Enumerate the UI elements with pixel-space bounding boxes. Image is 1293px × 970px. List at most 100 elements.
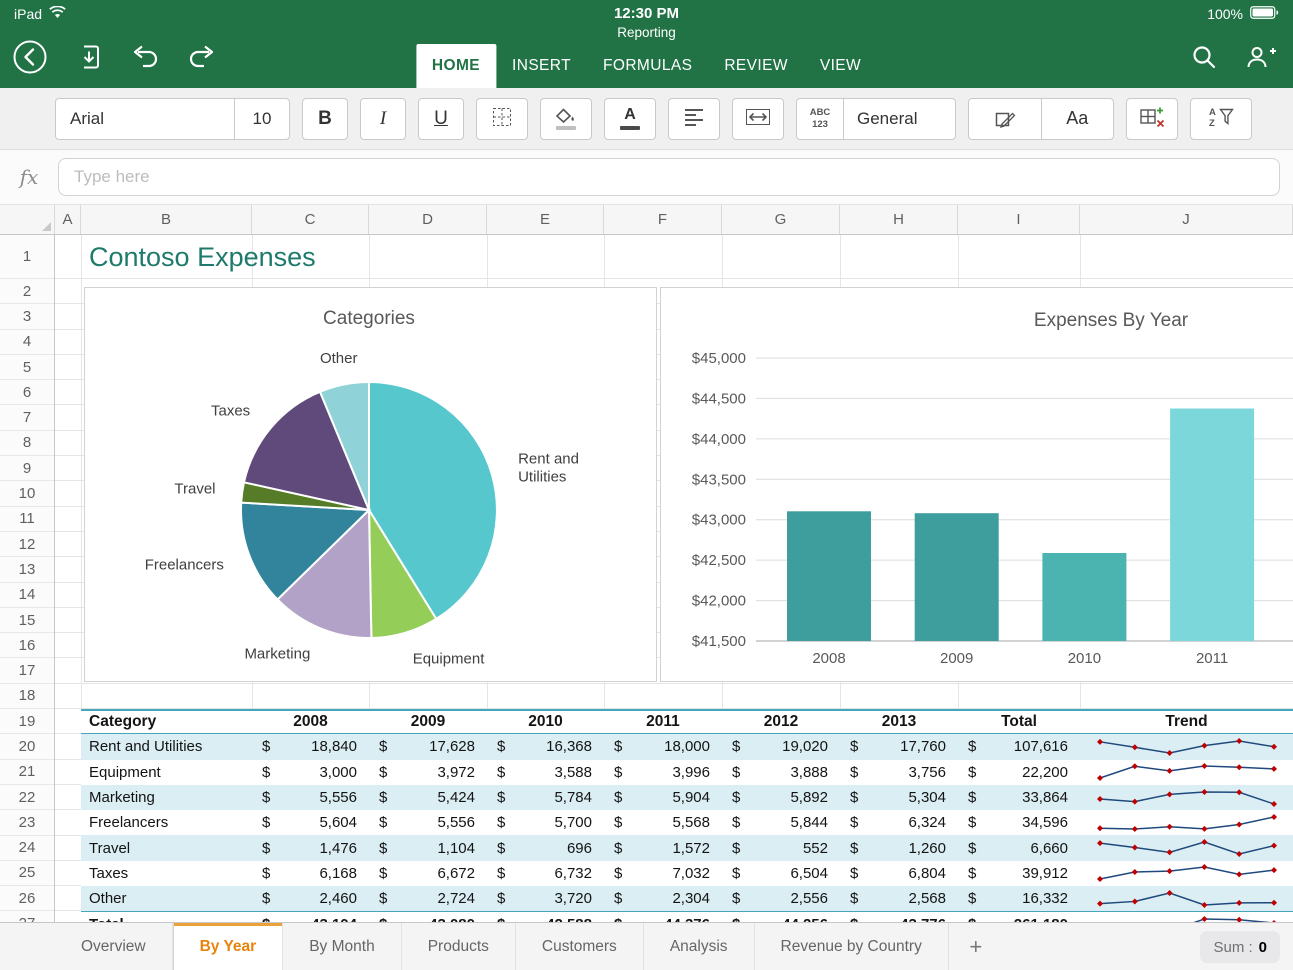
row-header-27[interactable]: 27 — [0, 911, 54, 922]
cell-freelancers-2011[interactable]: $5,568 — [604, 810, 722, 835]
italic-button[interactable]: I — [360, 97, 406, 140]
cell-marketing-2010[interactable]: $5,784 — [487, 785, 604, 810]
table-header-2011[interactable]: 2011 — [604, 711, 722, 733]
number-format-control[interactable]: ABC 123 General — [796, 97, 956, 140]
cell-category-rent-and-utilities[interactable]: Rent and Utilities — [81, 734, 252, 759]
underline-button[interactable]: U — [418, 97, 464, 140]
font-control[interactable]: Arial 10 — [55, 97, 290, 140]
sheet-tab-revenue-by-country[interactable]: Revenue by Country — [755, 923, 949, 970]
cell-equipment-2013[interactable]: $3,756 — [840, 760, 958, 785]
cell-marketing-total[interactable]: $33,864 — [958, 785, 1080, 810]
row-header-24[interactable]: 24 — [0, 836, 54, 861]
ribbon-tab-home[interactable]: HOME — [415, 44, 497, 88]
cell-other-2012[interactable]: $2,556 — [722, 886, 840, 911]
column-header-B[interactable]: B — [81, 205, 252, 234]
merge-cells-button[interactable] — [732, 97, 784, 140]
row-header-9[interactable]: 9 — [0, 456, 54, 482]
cell-travel-2012[interactable]: $552 — [722, 835, 840, 860]
row-header-25[interactable]: 25 — [0, 861, 54, 887]
ribbon-tab-view[interactable]: VIEW — [804, 44, 877, 88]
cell-travel-2010[interactable]: $696 — [487, 835, 604, 860]
borders-button[interactable] — [476, 97, 528, 140]
cell-total-total[interactable]: $261,180 — [958, 912, 1080, 922]
table-header-total[interactable]: Total — [958, 711, 1080, 733]
trend-cell-equipment[interactable] — [1080, 760, 1293, 785]
row-header-4[interactable]: 4 — [0, 330, 54, 355]
cell-travel-2008[interactable]: $1,476 — [252, 835, 369, 860]
sort-filter-button[interactable]: AZ — [1190, 97, 1252, 140]
cell-category-total[interactable]: Total — [81, 912, 252, 922]
row-header-21[interactable]: 21 — [0, 760, 54, 785]
row-header-12[interactable]: 12 — [0, 532, 54, 558]
column-header-D[interactable]: D — [369, 205, 487, 234]
table-header-category[interactable]: Category — [81, 711, 252, 733]
cell-other-2010[interactable]: $3,720 — [487, 886, 604, 911]
trend-cell-taxes[interactable] — [1080, 861, 1293, 886]
column-header-I[interactable]: I — [958, 205, 1080, 234]
column-header-C[interactable]: C — [252, 205, 369, 234]
column-header-E[interactable]: E — [487, 205, 604, 234]
cell-B1-title[interactable]: Contoso Expenses — [89, 242, 316, 273]
cell-rent-and-utilities-2012[interactable]: $19,020 — [722, 734, 840, 759]
column-header-J[interactable]: J — [1080, 205, 1293, 234]
row-header-10[interactable]: 10 — [0, 481, 54, 507]
table-header-2008[interactable]: 2008 — [252, 711, 369, 733]
cell-rent-and-utilities-2013[interactable]: $17,760 — [840, 734, 958, 759]
row-header-23[interactable]: 23 — [0, 810, 54, 836]
row-header-3[interactable]: 3 — [0, 304, 54, 330]
sheet-tab-by-year[interactable]: By Year — [172, 923, 284, 970]
cell-category-equipment[interactable]: Equipment — [81, 760, 252, 785]
cell-other-2008[interactable]: $2,460 — [252, 886, 369, 911]
cell-other-2009[interactable]: $2,724 — [369, 886, 487, 911]
row-header-5[interactable]: 5 — [0, 355, 54, 381]
sheet-tab-by-month[interactable]: By Month — [283, 923, 402, 970]
sheet-tab-products[interactable]: Products — [402, 923, 516, 970]
column-header-G[interactable]: G — [722, 205, 840, 234]
cell-freelancers-2008[interactable]: $5,604 — [252, 810, 369, 835]
cell-freelancers-total[interactable]: $34,596 — [958, 810, 1080, 835]
row-header-7[interactable]: 7 — [0, 405, 54, 431]
cell-equipment-2011[interactable]: $3,996 — [604, 760, 722, 785]
cell-taxes-2012[interactable]: $6,504 — [722, 861, 840, 886]
cell-taxes-2013[interactable]: $6,804 — [840, 861, 958, 886]
sheet-tab-analysis[interactable]: Analysis — [644, 923, 755, 970]
cell-rent-and-utilities-2010[interactable]: $16,368 — [487, 734, 604, 759]
cell-total-2008[interactable]: $43,104 — [252, 912, 369, 922]
sum-indicator[interactable]: Sum : 0 — [1200, 931, 1280, 963]
fill-color-button[interactable] — [540, 97, 592, 140]
column-header-H[interactable]: H — [840, 205, 958, 234]
ribbon-tab-formulas[interactable]: FORMULAS — [587, 44, 708, 88]
insert-delete-cells-button[interactable] — [1126, 97, 1178, 140]
cell-freelancers-2013[interactable]: $6,324 — [840, 810, 958, 835]
row-header-15[interactable]: 15 — [0, 608, 54, 634]
cell-category-other[interactable]: Other — [81, 886, 252, 911]
cell-rent-and-utilities-2009[interactable]: $17,628 — [369, 734, 487, 759]
column-header-A[interactable]: A — [55, 205, 81, 234]
cell-freelancers-2010[interactable]: $5,700 — [487, 810, 604, 835]
row-header-16[interactable]: 16 — [0, 633, 54, 659]
cell-other-2013[interactable]: $2,568 — [840, 886, 958, 911]
cell-styles-button[interactable]: Aa — [1042, 99, 1114, 139]
formula-input[interactable] — [58, 158, 1280, 196]
row-header-11[interactable]: 11 — [0, 507, 54, 532]
row-header-20[interactable]: 20 — [0, 734, 54, 760]
alignment-button[interactable] — [668, 97, 720, 140]
cell-freelancers-2009[interactable]: $5,556 — [369, 810, 487, 835]
conditional-format-icon[interactable] — [969, 99, 1041, 139]
cell-travel-2013[interactable]: $1,260 — [840, 835, 958, 860]
table-header-2013[interactable]: 2013 — [840, 711, 958, 733]
trend-cell-total[interactable] — [1080, 912, 1293, 922]
cell-taxes-2008[interactable]: $6,168 — [252, 861, 369, 886]
cell-total-2010[interactable]: $42,588 — [487, 912, 604, 922]
cell-equipment-2009[interactable]: $3,972 — [369, 760, 487, 785]
font-name[interactable]: Arial — [56, 109, 234, 129]
row-header-26[interactable]: 26 — [0, 886, 54, 912]
cell-equipment-total[interactable]: $22,200 — [958, 760, 1080, 785]
row-header-1[interactable]: 1 — [0, 235, 54, 279]
cell-category-taxes[interactable]: Taxes — [81, 861, 252, 886]
table-header-2010[interactable]: 2010 — [487, 711, 604, 733]
cell-category-travel[interactable]: Travel — [81, 835, 252, 860]
cell-travel-2009[interactable]: $1,104 — [369, 835, 487, 860]
column-header-F[interactable]: F — [604, 205, 722, 234]
share-people-button[interactable] — [1245, 44, 1277, 73]
